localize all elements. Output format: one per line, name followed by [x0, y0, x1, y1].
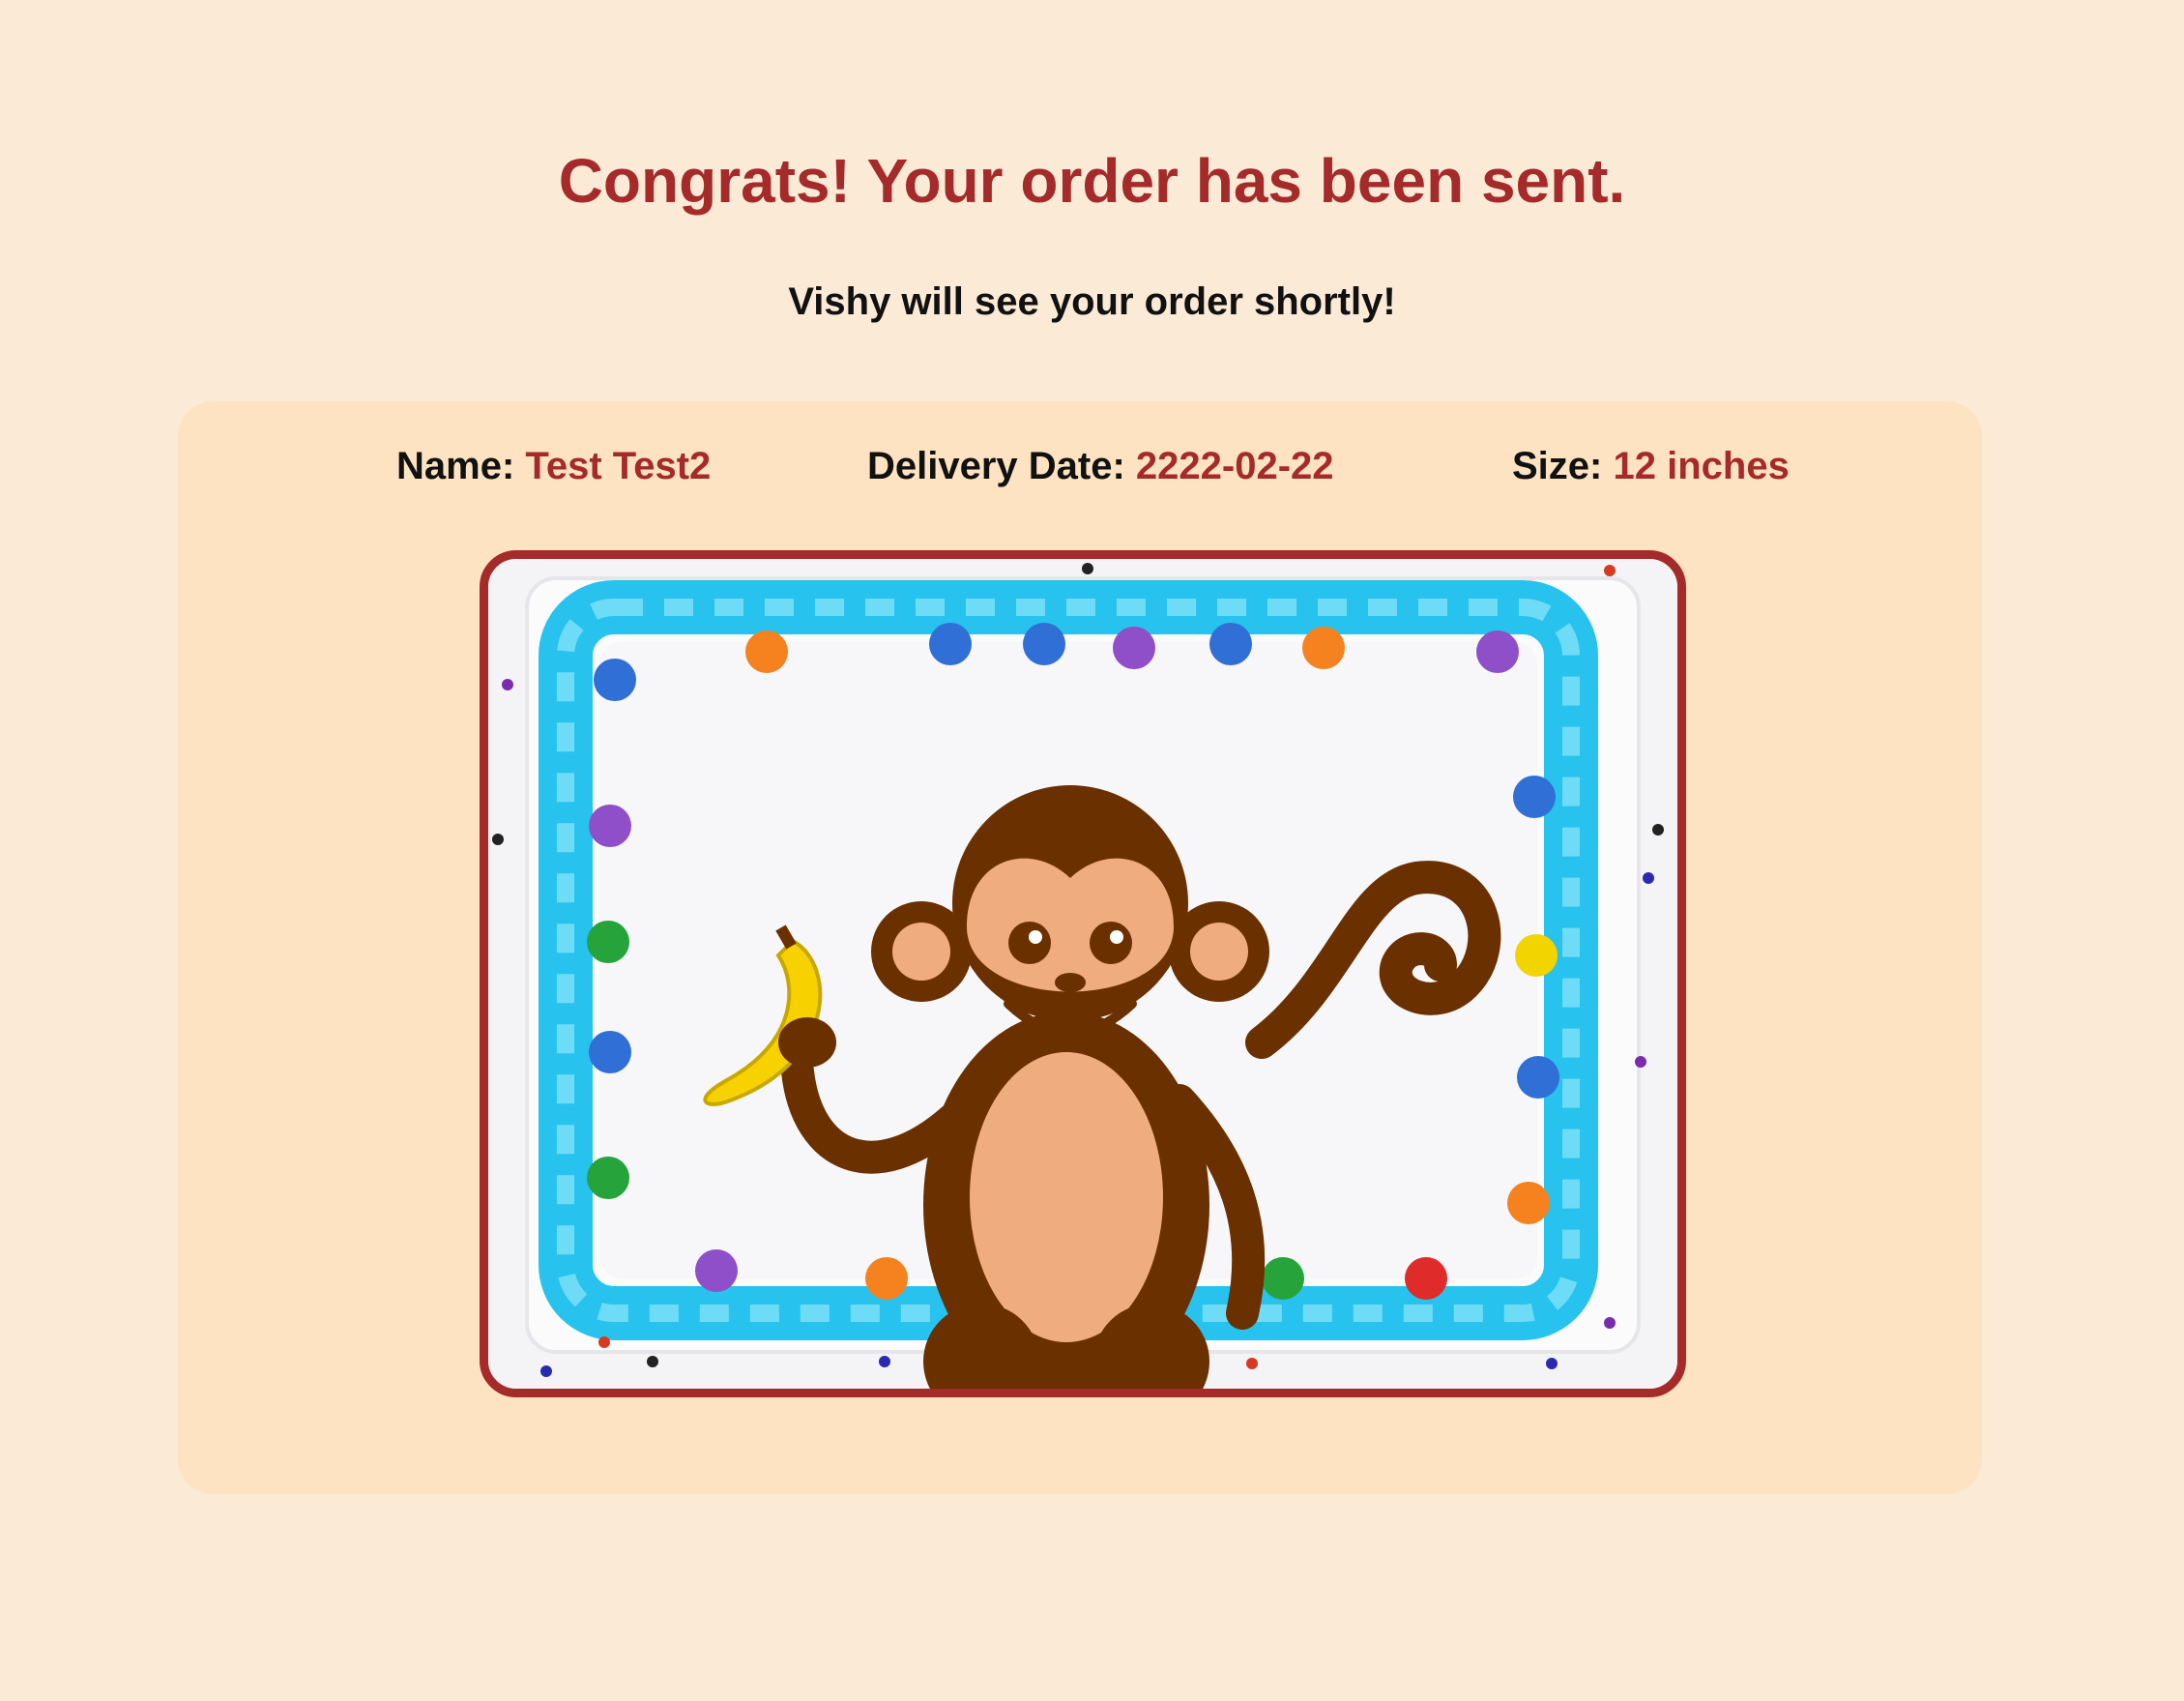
order-name-label: Name: [396, 445, 515, 487]
confirmation-title: Congrats! Your order has been sent. [558, 146, 1626, 216]
order-summary-card: Name: Test Test2 Delivery Date: 2222-02-… [178, 401, 1982, 1494]
monkey-cake-icon [488, 559, 1677, 1389]
order-date-value: 2222-02-22 [1135, 445, 1334, 487]
confirmation-subtitle: Vishy will see your order shortly! [788, 280, 1396, 323]
order-date-label: Delivery Date: [867, 445, 1125, 487]
order-name-value: Test Test2 [525, 445, 712, 487]
order-name: Name: Test Test2 [396, 445, 711, 488]
order-size-value: 12 inches [1613, 445, 1790, 487]
order-delivery-date: Delivery Date: 2222-02-22 [867, 445, 1334, 488]
cake-preview-image [480, 550, 1686, 1397]
order-size-label: Size: [1512, 445, 1603, 487]
order-size: Size: 12 inches [1512, 445, 1790, 488]
